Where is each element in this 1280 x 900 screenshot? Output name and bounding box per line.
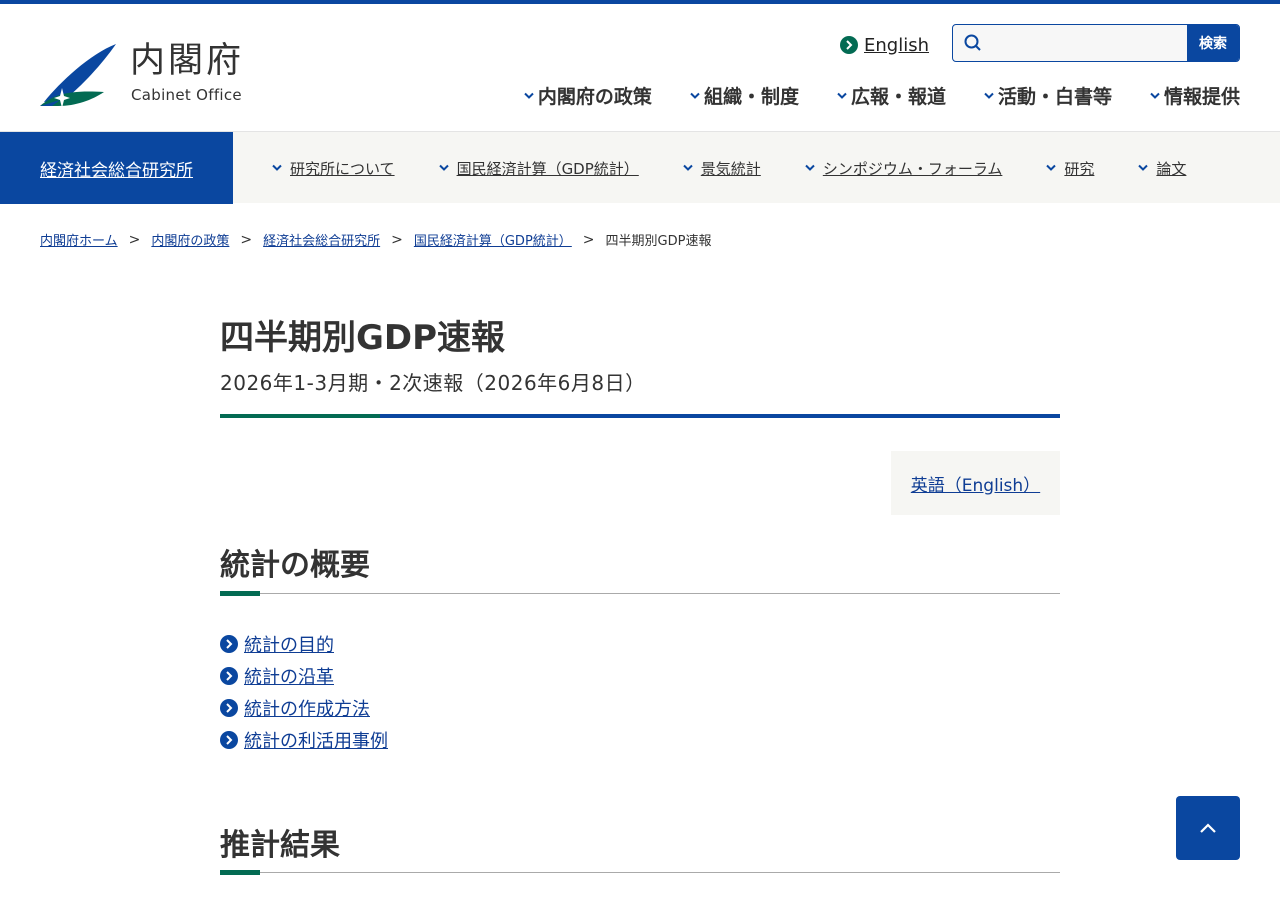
chevron-down-icon (984, 92, 994, 99)
overview-link[interactable]: 統計の作成方法 (244, 695, 370, 721)
subnav-item-national-accounts[interactable]: 国民経済計算（GDP統計） (438, 158, 639, 179)
english-link-label: English (864, 34, 929, 56)
subnav-label: 景気統計 (700, 159, 761, 178)
section-divider-accent (220, 870, 260, 875)
back-to-top-button[interactable] (1176, 796, 1240, 860)
subnav-label: シンポジウム・フォーラム (822, 159, 1003, 178)
chevron-down-icon (1138, 164, 1149, 171)
subnav-label: 論文 (1156, 159, 1187, 178)
chevron-up-icon (1200, 823, 1216, 833)
list-item: 統計の利活用事例 (220, 724, 388, 756)
global-nav: 内閣府の政策 組織・制度 広報・報道 活動・白書等 情報提供 (486, 82, 1240, 109)
subnav-label: 国民経済計算（GDP統計） (456, 159, 639, 178)
section-heading-results: 推計結果 (220, 828, 340, 863)
gnav-label: 広報・報道 (850, 86, 946, 108)
search-input[interactable] (993, 25, 1187, 61)
breadcrumb-separator: > (582, 231, 595, 248)
subnav-item-papers[interactable]: 論文 (1138, 158, 1186, 179)
logo-subtitle: Cabinet Office (131, 86, 242, 104)
english-link[interactable]: English (840, 33, 929, 57)
search-icon (953, 25, 993, 61)
overview-link-list: 統計の目的 統計の沿革 統計の作成方法 統計の利活用事例 (220, 628, 388, 756)
gnav-item-information[interactable]: 情報提供 (1150, 82, 1240, 109)
subnav-item-research[interactable]: 研究 (1046, 158, 1094, 179)
subnav-item-about[interactable]: 研究所について (272, 158, 395, 179)
cabinet-office-logo-icon (40, 44, 116, 108)
list-item: 統計の目的 (220, 628, 388, 660)
subnav-label: 研究所について (290, 159, 395, 178)
gnav-label: 内閣府の政策 (537, 86, 652, 108)
title-divider-accent (220, 414, 380, 418)
gnav-item-policies[interactable]: 内閣府の政策 (524, 82, 652, 109)
gnav-item-organization[interactable]: 組織・制度 (690, 82, 799, 109)
section-divider-accent (220, 591, 260, 596)
chevron-down-icon (805, 164, 815, 171)
chevron-down-icon (837, 92, 847, 99)
english-version-button[interactable]: 英語（English） (891, 451, 1060, 515)
page-title: 四半期別GDP速報 (220, 318, 506, 358)
gnav-item-activities[interactable]: 活動・白書等 (984, 82, 1112, 109)
circle-chevron-right-icon (220, 731, 238, 749)
overview-link[interactable]: 統計の目的 (244, 631, 334, 657)
overview-link[interactable]: 統計の利活用事例 (244, 727, 388, 753)
breadcrumb-separator: > (240, 231, 253, 248)
top-accent-bar (0, 0, 1280, 4)
subnav-items: 研究所について 国民経済計算（GDP統計） 景気統計 シンポジウム・フォーラム … (272, 132, 1230, 204)
subnav-label: 研究 (1064, 159, 1095, 178)
gnav-label: 情報提供 (1163, 86, 1240, 108)
search-box: 検索 (952, 24, 1240, 62)
circle-chevron-right-icon (220, 667, 238, 685)
main-content: 四半期別GDP速報 2026年1-3月期・2次速報（2026年6月8日） 英語（… (220, 318, 1060, 875)
chevron-down-icon (690, 92, 700, 99)
logo-title: 内閣府 (130, 41, 245, 81)
breadcrumb-separator: > (391, 231, 403, 248)
gnav-item-public-relations[interactable]: 広報・報道 (837, 82, 946, 109)
circle-chevron-right-icon (220, 635, 238, 653)
site-logo[interactable]: 内閣府 Cabinet Office (40, 40, 255, 110)
chevron-down-icon (272, 164, 282, 171)
chevron-down-icon (524, 92, 534, 99)
page-subtitle: 2026年1-3月期・2次速報（2026年6月8日） (220, 370, 646, 395)
breadcrumb-link[interactable]: 国民経済計算（GDP統計） (414, 230, 572, 249)
chevron-down-icon (438, 164, 449, 171)
breadcrumb-link[interactable]: 内閣府ホーム (40, 230, 118, 249)
gnav-label: 組織・制度 (703, 86, 799, 108)
search-button[interactable]: 検索 (1187, 25, 1239, 61)
chevron-down-icon (1046, 164, 1057, 171)
breadcrumb-separator: > (128, 231, 141, 248)
institute-home-link[interactable]: 経済社会総合研究所 (0, 132, 233, 204)
subnav-item-business-statistics[interactable]: 景気統計 (683, 158, 761, 179)
gnav-label: 活動・白書等 (997, 86, 1112, 108)
section-divider (220, 872, 1060, 873)
breadcrumb: 内閣府ホーム > 内閣府の政策 > 経済社会総合研究所 > 国民経済計算（GDP… (40, 230, 712, 250)
section-heading-overview: 統計の概要 (220, 548, 370, 583)
chevron-down-icon (683, 164, 693, 171)
subnav-item-symposium[interactable]: シンポジウム・フォーラム (805, 158, 1003, 179)
chevron-down-icon (1150, 92, 1160, 99)
circle-chevron-right-icon (220, 699, 238, 717)
breadcrumb-link[interactable]: 経済社会総合研究所 (263, 230, 380, 249)
section-divider (220, 593, 1060, 594)
institute-subnav: 経済社会総合研究所 研究所について 国民経済計算（GDP統計） 景気統計 シンポ… (0, 131, 1280, 204)
circle-chevron-right-icon (840, 36, 858, 54)
list-item: 統計の作成方法 (220, 692, 388, 724)
breadcrumb-current: 四半期別GDP速報 (605, 234, 712, 249)
list-item: 統計の沿革 (220, 660, 388, 692)
overview-link[interactable]: 統計の沿革 (244, 663, 334, 689)
breadcrumb-link[interactable]: 内閣府の政策 (151, 230, 229, 249)
